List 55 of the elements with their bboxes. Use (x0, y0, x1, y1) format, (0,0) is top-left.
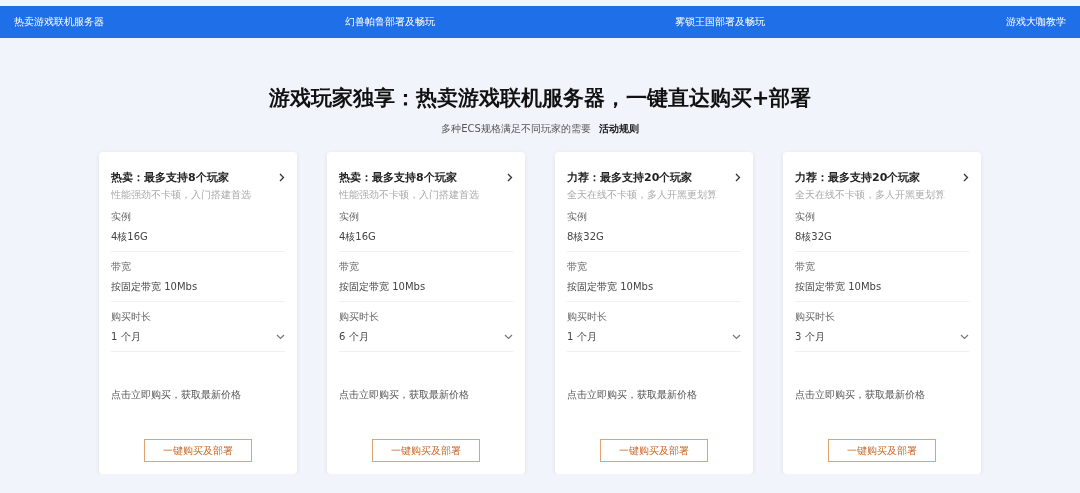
duration-select[interactable]: 6 个月 (339, 330, 513, 344)
card-title: 热卖：最多支持8个玩家 (339, 170, 457, 185)
field-value: 8核32G (567, 230, 605, 244)
rules-link[interactable]: 活动规则 (598, 122, 639, 136)
chevron-right-icon[interactable] (735, 173, 741, 182)
field-label: 带宽 (795, 260, 816, 274)
field-value: 4核16G (339, 230, 377, 244)
field-label: 购买时长 (567, 310, 608, 324)
field-value: 按固定带宽 10Mbs (567, 280, 655, 294)
chevron-down-icon (732, 334, 741, 340)
chevron-right-icon[interactable] (507, 173, 513, 182)
card-title: 力荐：最多支持20个玩家 (567, 170, 693, 185)
field-label: 购买时长 (795, 310, 836, 324)
field-label: 带宽 (567, 260, 588, 274)
chevron-down-icon (960, 334, 969, 340)
field-value: 按固定带宽 10Mbs (111, 280, 199, 294)
field-label: 实例 (339, 210, 360, 224)
field-value: 8核32G (795, 230, 833, 244)
field-label: 购买时长 (339, 310, 380, 324)
price-note: 点击立即购买，获取最新价格 (567, 388, 698, 402)
card-title: 热卖：最多支持8个玩家 (111, 170, 229, 185)
field-value: 按固定带宽 10Mbs (339, 280, 427, 294)
chevron-down-icon (276, 334, 285, 340)
field-label: 带宽 (111, 260, 132, 274)
buy-deploy-button[interactable]: 一键购买及部署 (144, 439, 252, 462)
page-title: 游戏玩家独享：热卖游戏联机服务器，一键直达购买+部署 (268, 85, 812, 112)
nav-link[interactable]: 雾锁王国部署及畅玩 (675, 15, 766, 29)
page-subtitle: 多种ECS规格满足不同玩家的需要 (441, 122, 591, 136)
nav-link[interactable]: 幻兽帕鲁部署及畅玩 (344, 15, 435, 29)
duration-select[interactable]: 3 个月 (795, 330, 969, 344)
buy-deploy-button[interactable]: 一键购买及部署 (600, 439, 708, 462)
field-label: 购买时长 (111, 310, 152, 324)
nav-link[interactable]: 游戏大咖教学 (1005, 15, 1066, 29)
card-subtitle: 性能强劲不卡顿，入门搭建首选 (111, 188, 252, 202)
chevron-right-icon[interactable] (963, 173, 969, 182)
chevron-down-icon (504, 334, 513, 340)
card-subtitle: 性能强劲不卡顿，入门搭建首选 (339, 188, 480, 202)
duration-select[interactable]: 1 个月 (111, 330, 285, 344)
buy-deploy-button[interactable]: 一键购买及部署 (828, 439, 936, 462)
field-label: 带宽 (339, 260, 360, 274)
buy-deploy-button[interactable]: 一键购买及部署 (372, 439, 480, 462)
price-note: 点击立即购买，获取最新价格 (111, 388, 242, 402)
field-label: 实例 (567, 210, 588, 224)
field-value: 4核16G (111, 230, 149, 244)
nav-link[interactable]: 热卖游戏联机服务器 (14, 15, 104, 29)
duration-select[interactable]: 1 个月 (567, 330, 741, 344)
field-value: 按固定带宽 10Mbs (795, 280, 883, 294)
field-label: 实例 (795, 210, 816, 224)
card-subtitle: 全天在线不卡顿，多人开黑更划算 (567, 188, 718, 202)
chevron-right-icon[interactable] (279, 173, 285, 182)
field-label: 实例 (111, 210, 132, 224)
card-title: 力荐：最多支持20个玩家 (795, 170, 921, 185)
card-subtitle: 全天在线不卡顿，多人开黑更划算 (795, 188, 946, 202)
price-note: 点击立即购买，获取最新价格 (339, 388, 470, 402)
price-note: 点击立即购买，获取最新价格 (795, 388, 926, 402)
